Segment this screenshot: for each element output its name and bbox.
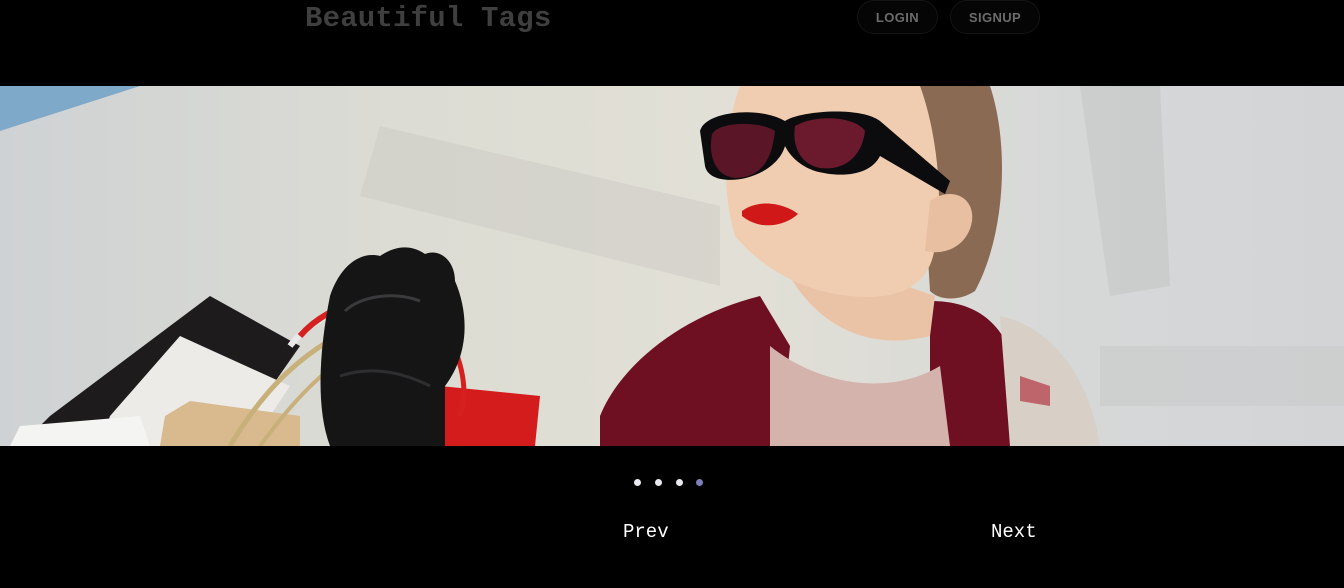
- page: Beautiful Tags LOGIN SIGNUP Prev Next: [0, 0, 1344, 588]
- carousel-indicator[interactable]: [676, 479, 683, 486]
- carousel-indicator[interactable]: [634, 479, 641, 486]
- prev-button[interactable]: Prev: [623, 521, 669, 543]
- site-title[interactable]: Beautiful Tags: [305, 2, 551, 35]
- carousel-slide-image: [0, 86, 1344, 446]
- header: Beautiful Tags LOGIN SIGNUP: [0, 0, 1344, 86]
- signup-button[interactable]: SIGNUP: [950, 0, 1040, 34]
- carousel-indicators: [630, 479, 710, 489]
- hero-photo: [0, 86, 1344, 446]
- carousel-indicator[interactable]: [655, 479, 662, 486]
- login-button[interactable]: LOGIN: [857, 0, 938, 34]
- carousel-indicator-active[interactable]: [696, 479, 703, 486]
- next-button[interactable]: Next: [991, 521, 1037, 543]
